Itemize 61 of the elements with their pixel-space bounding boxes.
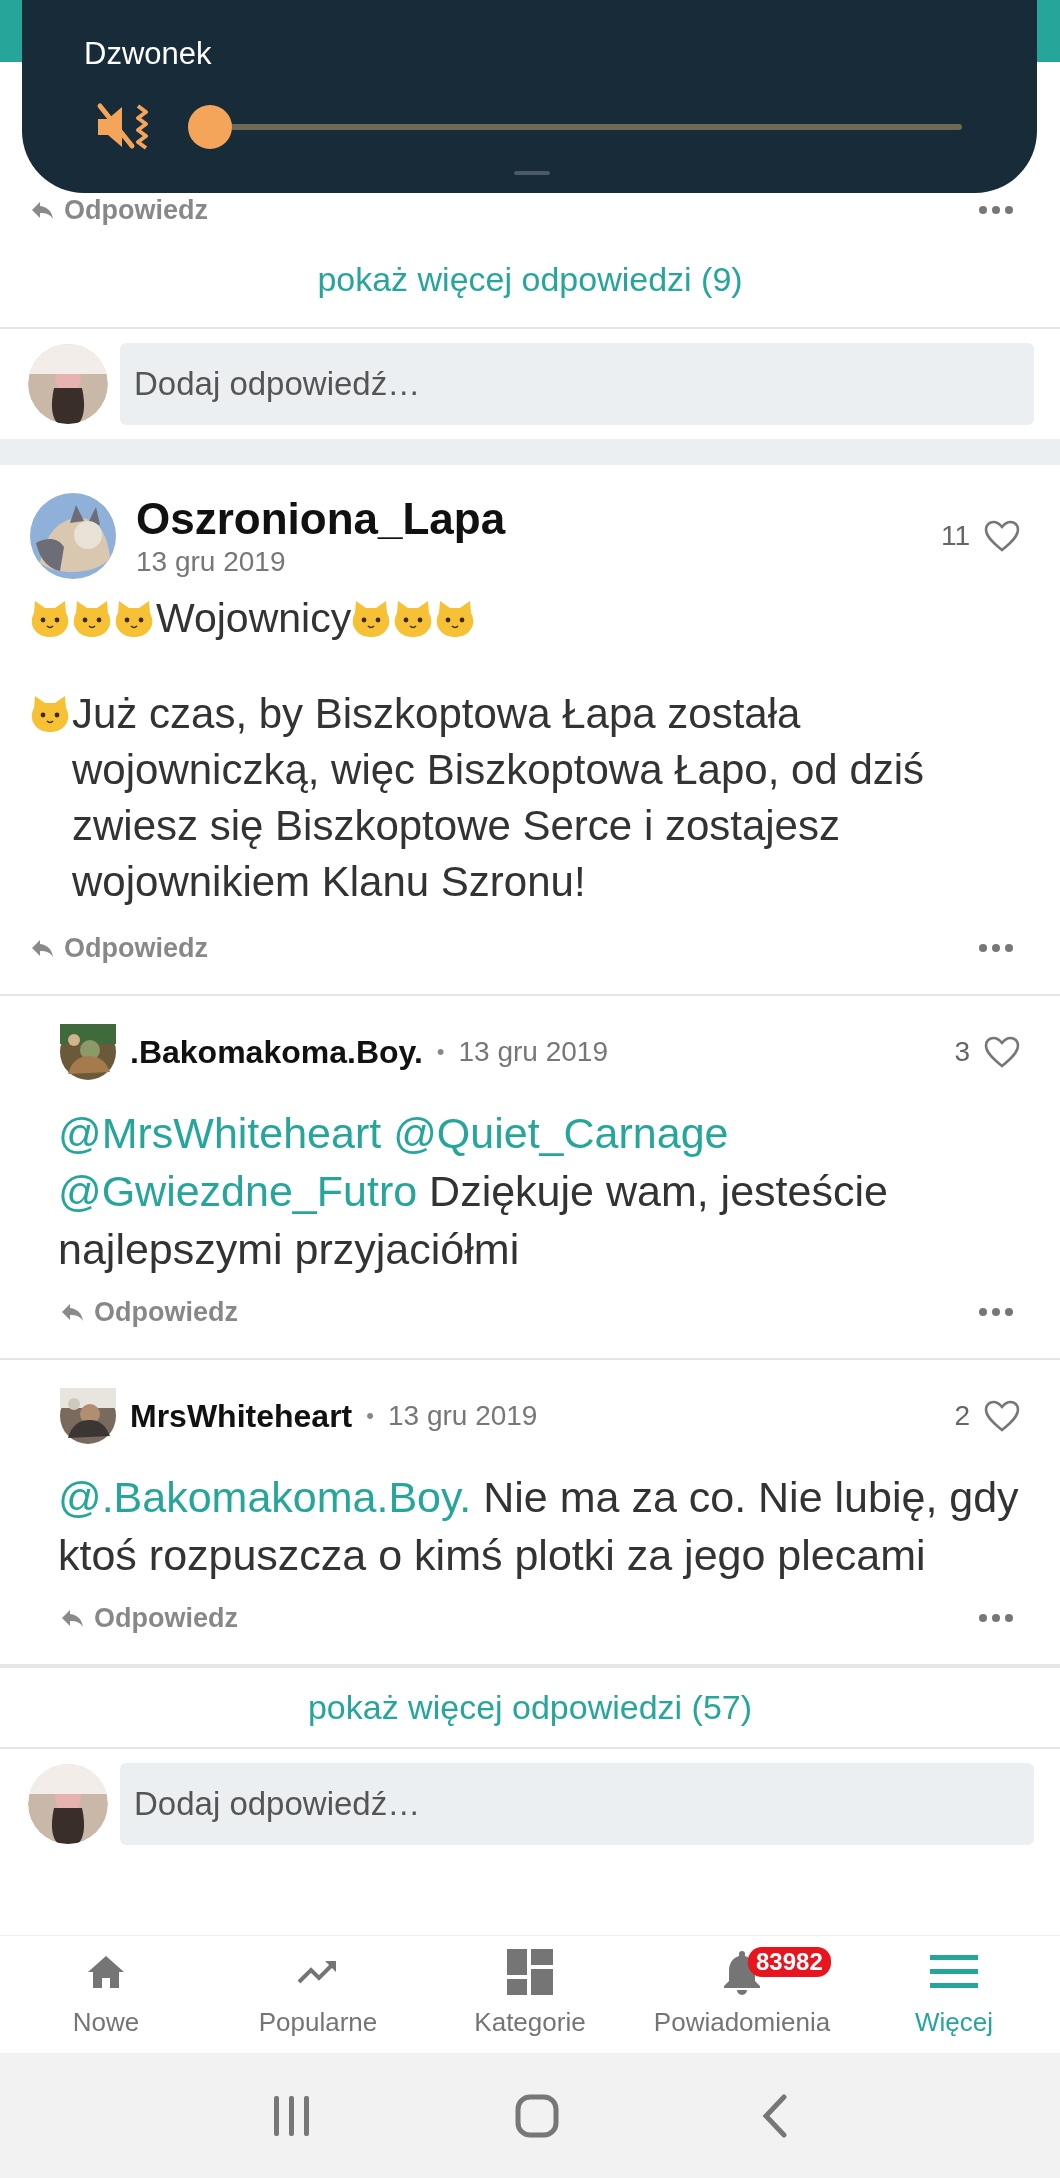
mention-link[interactable]: @Quiet_Carnage [393, 1109, 729, 1157]
post-title: Wojownicy [156, 595, 352, 642]
reply-link[interactable]: Odpowiedz [60, 1296, 238, 1328]
like-count: 3 [954, 1036, 970, 1068]
nav-item[interactable]: Więcej [848, 1936, 1060, 2054]
reply-icon [60, 1302, 84, 1322]
cat-face-icon [351, 598, 392, 639]
more-icon[interactable] [978, 1307, 1014, 1317]
reply-link[interactable]: Odpowiedz [60, 1602, 238, 1634]
reply-text: @MrsWhiteheart @Quiet_Carnage @Gwiezdne_Futro Dziękuje wam, jesteście najlepszymi przyjaciółmi [57, 1108, 889, 1275]
drag-handle[interactable] [514, 171, 550, 175]
nav-item[interactable]: Kategorie [424, 1936, 636, 2054]
more-replies-link[interactable]: pokaż więcej odpowiedzi (57) [0, 1666, 1060, 1749]
separator-dot: • [436, 1039, 445, 1065]
reply-icon [30, 200, 54, 220]
heart-icon[interactable] [984, 520, 1020, 552]
nav-item[interactable]: Popularne [212, 1936, 424, 2054]
reply-date: 13 gru 2019 [458, 1036, 608, 1068]
mention-link[interactable]: @.Bakomakoma.Boy. [58, 1473, 472, 1521]
reply-link[interactable]: Odpowiedz [30, 932, 208, 964]
more-icon[interactable] [978, 943, 1014, 953]
back-icon[interactable] [762, 2093, 789, 2138]
cat-face-icon [435, 598, 476, 639]
author-name[interactable]: Oszroniona_Lapa [136, 494, 921, 544]
author-name[interactable]: .Bakomakoma.Boy. [130, 1033, 423, 1071]
home-icon [86, 1954, 126, 1990]
reply-link[interactable]: Odpowiedz [30, 194, 208, 226]
post-text: Już czas, by Biszkoptowa Łapa została wojowniczką, więc Biszkoptowa Łapo, od dziś zwiesz się Biszkoptowe Serce i zostajesz wojownikiem Klanu Szronu! [72, 689, 926, 907]
reply-icon [60, 1608, 84, 1628]
cat-face-icon [30, 694, 70, 734]
like-count: 11 [940, 520, 970, 552]
notification-badge: 83982 [748, 1947, 831, 1977]
author-name[interactable]: MrsWhiteheart [130, 1397, 353, 1435]
volume-title: Dzwonek [84, 36, 212, 72]
post-date: 13 gru 2019 [136, 546, 287, 578]
cat-face-icon [393, 598, 434, 639]
like-count: 2 [954, 1400, 970, 1432]
cat-face-icon [30, 598, 70, 639]
reply-date: 13 gru 2019 [387, 1400, 538, 1432]
nav-item[interactable]: Nowe [0, 1936, 212, 2054]
home-button-icon[interactable] [515, 2093, 559, 2138]
reply-input[interactable]: Dodaj odpowiedź… [120, 343, 1034, 425]
slider-thumb[interactable] [188, 105, 232, 149]
trending-up-icon [297, 1958, 339, 1986]
more-replies-link[interactable]: pokaż więcej odpowiedzi (9) [0, 230, 1060, 329]
heart-icon[interactable] [984, 1400, 1020, 1432]
heart-icon[interactable] [984, 1036, 1020, 1068]
cat-face-icon [72, 598, 112, 639]
more-icon[interactable] [978, 205, 1014, 215]
mention-link[interactable]: @MrsWhiteheart [58, 1109, 382, 1157]
cat-face-icon [114, 598, 154, 639]
mention-link[interactable]: @Gwiezdne_Futro [58, 1167, 418, 1215]
separator-dot: • [366, 1403, 374, 1429]
recent-apps-icon[interactable] [271, 2093, 312, 2138]
menu-icon [930, 1955, 978, 1989]
dashboard-icon [507, 1949, 553, 1995]
nav-item[interactable]: 83982 Powiadomienia [636, 1936, 848, 2054]
reply-text: @.Bakomakoma.Boy. Nie ma za co. Nie lubię, gdy ktoś rozpuszcza o kimś plotki za jego plecami [57, 1472, 1020, 1581]
reply-input[interactable]: Dodaj odpowiedź… [120, 1763, 1034, 1845]
reply-icon [30, 938, 54, 958]
more-icon[interactable] [978, 1613, 1014, 1623]
